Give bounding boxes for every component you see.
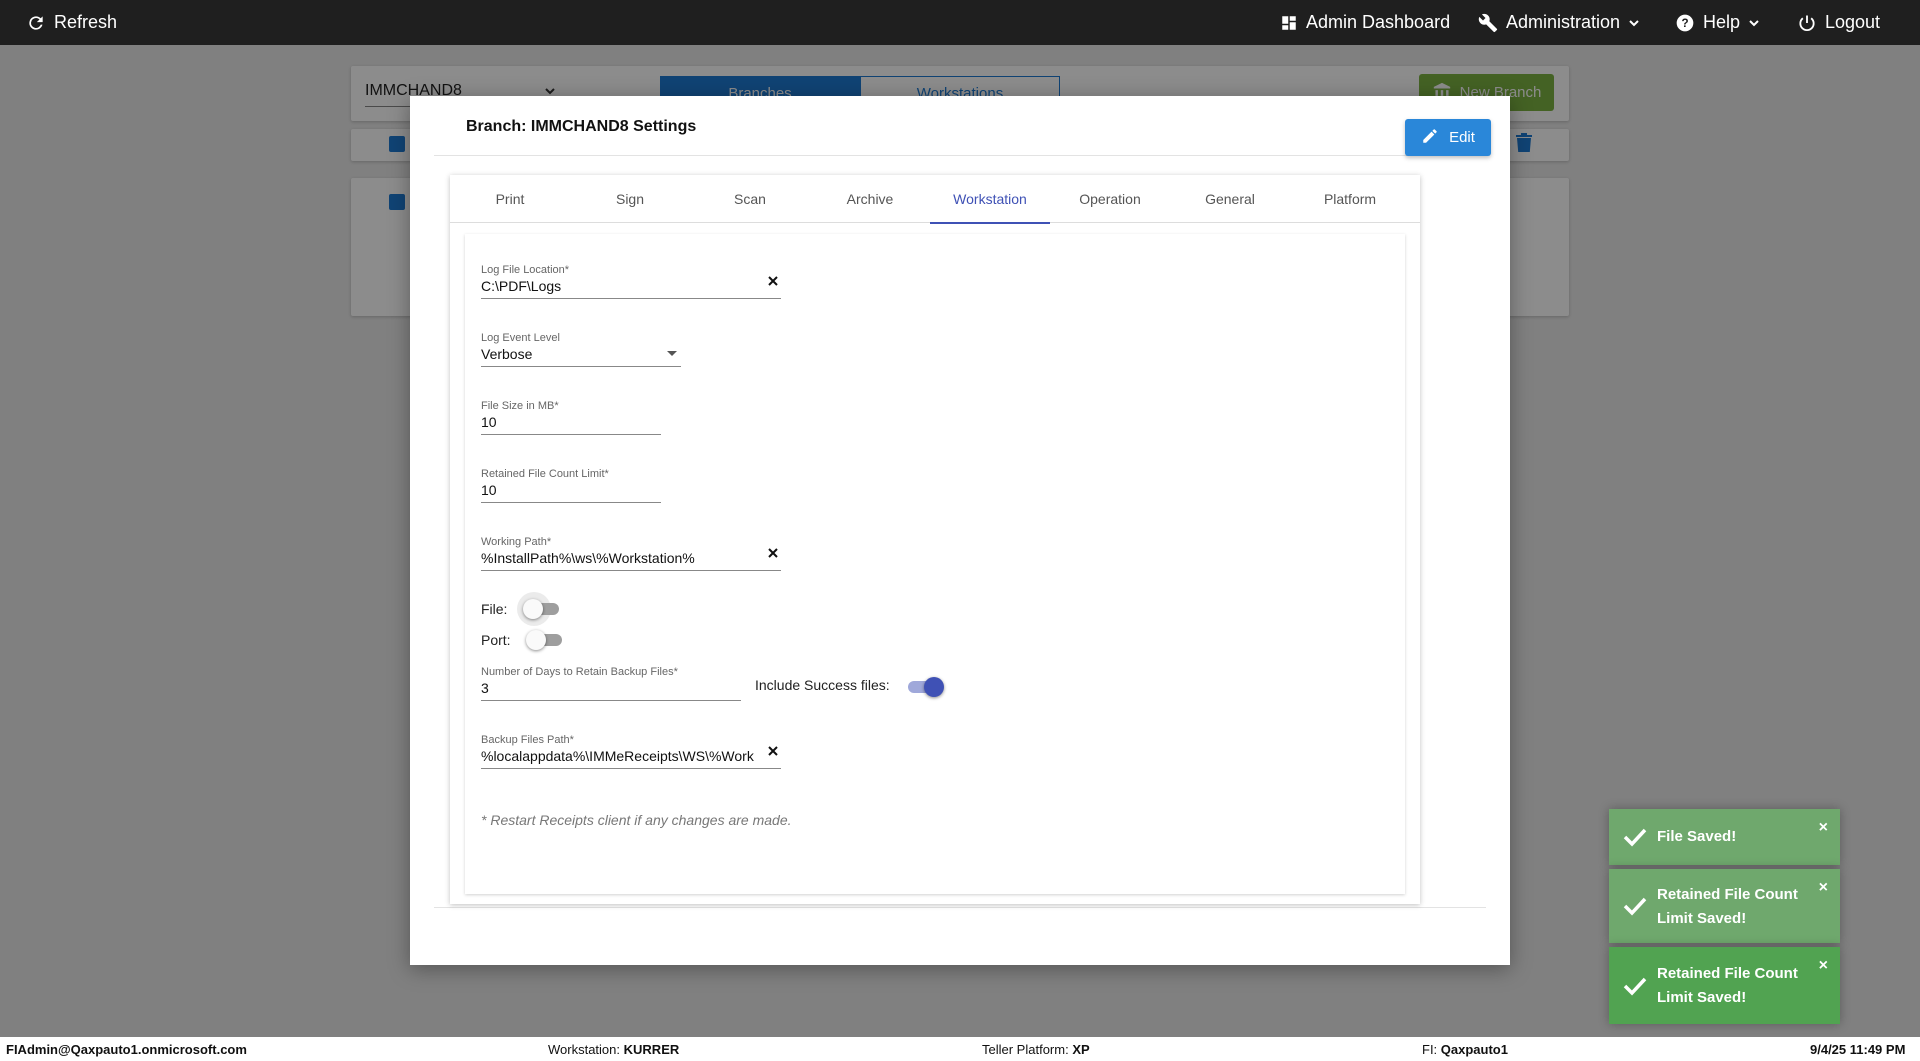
days-retain-backup-label: Number of Days to Retain Backup Files* xyxy=(481,666,678,678)
tab-sign[interactable]: Sign xyxy=(570,175,690,223)
refresh-icon xyxy=(26,13,46,33)
refresh-label: Refresh xyxy=(54,12,118,32)
logout-button[interactable]: Logout xyxy=(1797,0,1880,45)
backup-files-path-field[interactable]: Backup Files Path* %localappdata%\IMMeRe… xyxy=(481,734,781,769)
admin-dashboard-label: Admin Dashboard xyxy=(1306,12,1451,32)
tab-scan[interactable]: Scan xyxy=(690,175,810,223)
help-label: Help xyxy=(1703,12,1741,32)
retained-file-count-field[interactable]: Retained File Count Limit* 10 xyxy=(481,468,661,503)
modal-header: Branch: IMMCHAND8 Settings xyxy=(434,96,1486,156)
footer-workstation-label: Workstation: xyxy=(548,1042,621,1057)
chevron-down-icon xyxy=(1748,17,1760,29)
close-icon[interactable]: × xyxy=(1819,879,1828,897)
checkmark-icon xyxy=(1623,827,1647,851)
administration-menu[interactable]: Administration xyxy=(1478,0,1640,45)
clear-icon[interactable] xyxy=(767,744,779,762)
tab-print[interactable]: Print xyxy=(450,175,570,223)
tab-operation[interactable]: Operation xyxy=(1050,175,1170,223)
working-path-field[interactable]: Working Path* %InstallPath%\ws\%Workstat… xyxy=(481,536,781,571)
toast-message: File Saved! xyxy=(1657,828,1737,845)
footer-fi-label: FI: xyxy=(1422,1042,1438,1057)
wrench-icon xyxy=(1478,13,1498,33)
log-event-level-label: Log Event Level xyxy=(481,332,560,344)
retained-file-count-input[interactable]: 10 xyxy=(481,482,661,503)
dashboard-icon xyxy=(1280,14,1298,32)
tab-general[interactable]: General xyxy=(1170,175,1290,223)
footer-teller-platform-value: XP xyxy=(1072,1042,1090,1057)
edit-label: Edit xyxy=(1449,129,1475,146)
footer-user: FIAdmin@Qaxpauto1.onmicrosoft.com xyxy=(6,1042,247,1057)
logout-label: Logout xyxy=(1825,12,1881,32)
restart-note: * Restart Receipts client if any changes… xyxy=(481,812,792,828)
port-toggle-switch[interactable] xyxy=(526,630,562,650)
help-icon: ? xyxy=(1675,13,1695,33)
file-toggle-knob xyxy=(523,599,543,619)
pencil-icon xyxy=(1421,127,1439,149)
modal-title: Branch: IMMCHAND8 Settings xyxy=(466,118,697,135)
chevron-down-icon xyxy=(1628,17,1640,29)
log-file-location-input[interactable]: C:\PDF\Logs xyxy=(481,278,781,299)
status-footer: FIAdmin@Qaxpauto1.onmicrosoft.com Workst… xyxy=(0,1037,1920,1061)
backup-files-path-input[interactable]: %localappdata%\IMMeReceipts\WS\%Work xyxy=(481,748,781,769)
port-toggle-knob xyxy=(526,630,546,650)
checkmark-icon xyxy=(1623,896,1647,920)
include-success-label: Include Success files: xyxy=(755,677,890,693)
file-size-label: File Size in MB* xyxy=(481,400,559,412)
edit-button[interactable]: Edit xyxy=(1405,119,1491,156)
log-file-location-label: Log File Location* xyxy=(481,264,570,276)
settings-tabs: Print Sign Scan Archive Workstation Oper… xyxy=(450,175,1420,224)
toast-file-saved[interactable]: File Saved! × xyxy=(1609,809,1840,865)
footer-fi-value: Qaxpauto1 xyxy=(1440,1042,1508,1057)
power-icon xyxy=(1797,13,1817,33)
checkmark-icon xyxy=(1623,976,1647,1000)
file-toggle-switch[interactable] xyxy=(523,599,559,619)
retained-file-count-label: Retained File Count Limit* xyxy=(481,468,609,480)
footer-fi: FI: Qaxpauto1 xyxy=(1422,1042,1508,1057)
toast-retained-count-saved[interactable]: Retained File Count Limit Saved! × xyxy=(1609,947,1840,1024)
file-size-input[interactable]: 10 xyxy=(481,414,661,435)
working-path-input[interactable]: %InstallPath%\ws\%Workstation% xyxy=(481,550,781,571)
top-navbar: Refresh Admin Dashboard Administration ?… xyxy=(0,0,1920,45)
dropdown-arrow-icon xyxy=(667,351,677,356)
close-icon[interactable]: × xyxy=(1819,819,1828,837)
settings-card: Print Sign Scan Archive Workstation Oper… xyxy=(450,175,1420,904)
include-success-knob xyxy=(924,677,944,697)
log-event-level-select[interactable]: Log Event Level Verbose xyxy=(481,332,681,367)
tab-workstation[interactable]: Workstation xyxy=(930,175,1050,224)
days-retain-backup-field[interactable]: Number of Days to Retain Backup Files* 3 xyxy=(481,666,741,701)
close-icon[interactable]: × xyxy=(1819,957,1828,975)
working-path-label: Working Path* xyxy=(481,536,552,548)
footer-workstation-value: KURRER xyxy=(623,1042,680,1057)
toast-message: Retained File Count Limit Saved! xyxy=(1657,886,1798,927)
log-event-level-value[interactable]: Verbose xyxy=(481,346,681,367)
refresh-button[interactable]: Refresh xyxy=(26,0,117,45)
file-size-field[interactable]: File Size in MB* 10 xyxy=(481,400,661,435)
help-menu[interactable]: ? Help xyxy=(1675,0,1760,45)
backup-files-path-label: Backup Files Path* xyxy=(481,734,574,746)
svg-text:?: ? xyxy=(1681,17,1688,30)
footer-teller-platform: Teller Platform: XP xyxy=(982,1042,1090,1057)
tab-platform[interactable]: Platform xyxy=(1290,175,1410,223)
footer-datetime: 9/4/25 11:49 PM xyxy=(1810,1042,1906,1057)
tab-archive[interactable]: Archive xyxy=(810,175,930,223)
days-retain-backup-input[interactable]: 3 xyxy=(481,680,741,701)
administration-label: Administration xyxy=(1506,12,1621,32)
toast-retained-count-saved[interactable]: Retained File Count Limit Saved! × xyxy=(1609,869,1840,943)
clear-icon[interactable] xyxy=(767,274,779,292)
admin-dashboard-link[interactable]: Admin Dashboard xyxy=(1280,0,1450,45)
port-toggle-label: Port: xyxy=(481,632,511,648)
log-file-location-field[interactable]: Log File Location* C:\PDF\Logs xyxy=(481,264,781,299)
footer-teller-platform-label: Teller Platform: xyxy=(982,1042,1069,1057)
include-success-toggle[interactable] xyxy=(908,677,944,697)
file-toggle-label: File: xyxy=(481,601,508,617)
workstation-form: Log File Location* C:\PDF\Logs Log Event… xyxy=(465,234,1405,894)
toast-message: Retained File Count Limit Saved! xyxy=(1657,965,1798,1006)
footer-workstation: Workstation: KURRER xyxy=(548,1042,679,1057)
clear-icon[interactable] xyxy=(767,546,779,564)
